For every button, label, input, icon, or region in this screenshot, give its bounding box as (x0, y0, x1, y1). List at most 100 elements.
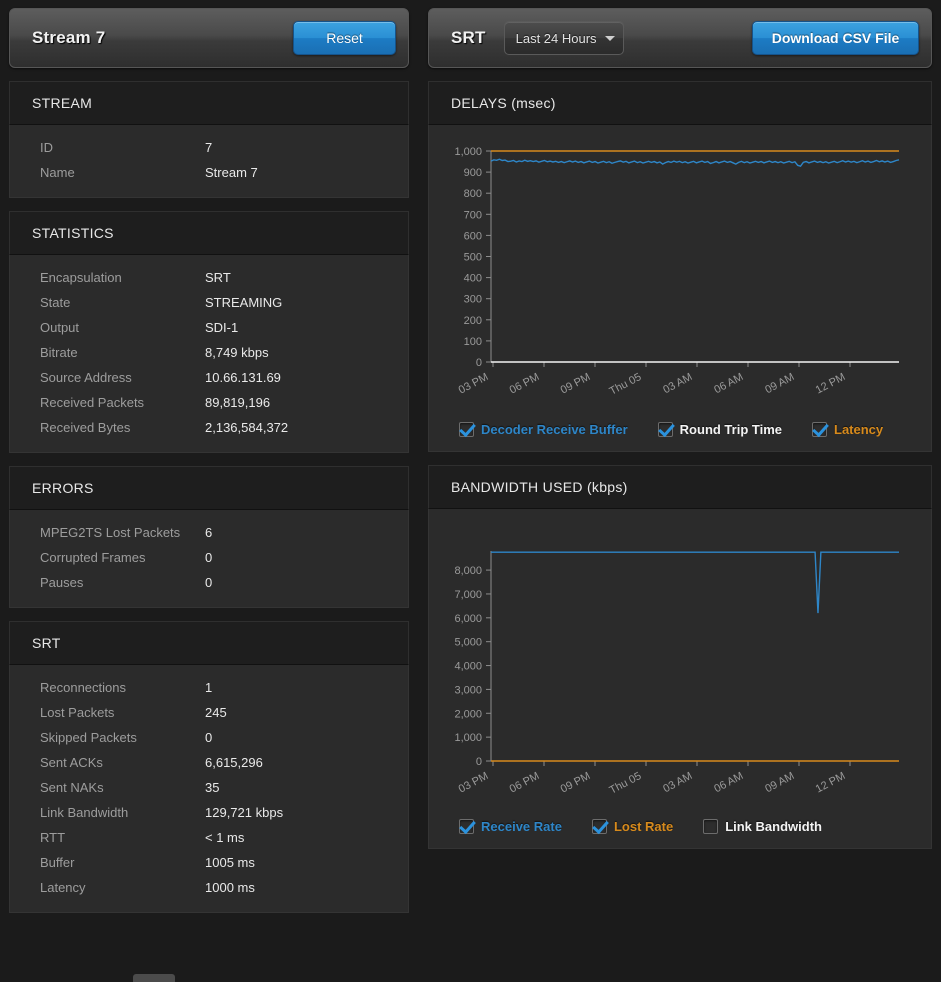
left-sections: STREAMID7NameStream 7 STATISTICS Encapsula… (9, 81, 409, 913)
svg-text:6,000: 6,000 (454, 613, 482, 625)
legend-item-link-bandwidth[interactable]: Link Bandwidth (703, 819, 822, 834)
row-label: Link Bandwidth (40, 805, 205, 820)
svg-text:06 PM: 06 PM (508, 770, 542, 796)
svg-text:06 AM: 06 AM (712, 770, 745, 795)
row-label: Output (40, 320, 205, 335)
data-row: MPEG2TS Lost Packets6 (10, 520, 408, 545)
row-value: 10.66.131.69 (205, 370, 281, 385)
delays-chart-body: 01002003004005006007008009001,00003 PM06… (428, 124, 932, 452)
row-label: Encapsulation (40, 270, 205, 285)
svg-text:03 AM: 03 AM (661, 371, 694, 396)
row-value: 0 (205, 575, 212, 590)
svg-text:09 PM: 09 PM (559, 371, 593, 397)
data-row: Lost Packets245 (10, 700, 408, 725)
reset-button[interactable]: Reset (293, 21, 396, 55)
row-label: ID (40, 140, 205, 155)
svg-text:09 PM: 09 PM (559, 770, 593, 796)
svg-text:12 PM: 12 PM (814, 371, 848, 397)
delays-panel-heading: DELAYS (msec) (428, 81, 932, 124)
svg-text:8,000: 8,000 (454, 565, 482, 577)
row-value: 0 (205, 730, 212, 745)
download-csv-button[interactable]: Download CSV File (752, 21, 919, 55)
row-label: Sent ACKs (40, 755, 205, 770)
legend-item-receive-rate[interactable]: Receive Rate (459, 819, 562, 834)
bandwidth-panel: BANDWIDTH USED (kbps) 01,0002,0003,0004,… (428, 465, 932, 849)
legend-item-latency[interactable]: Latency (812, 422, 883, 437)
delays-legend: Decoder Receive Buffer Round Trip Time Lat… (429, 420, 931, 451)
svg-text:700: 700 (464, 209, 482, 221)
data-row: Corrupted Frames0 (10, 545, 408, 570)
svg-text:12 PM: 12 PM (814, 770, 848, 796)
legend-label: Lost Rate (614, 819, 673, 834)
section-errors: ERRORSMPEG2TS Lost Packets6Corrupted Fra… (9, 466, 409, 608)
row-value: 129,721 kbps (205, 805, 283, 820)
data-row: Sent NAKs35 (10, 775, 408, 800)
section-heading: STREAM (9, 81, 409, 124)
srt-titlebar: SRT Last 24 Hours Download CSV File (428, 8, 932, 68)
section-body: Reconnections1Lost Packets245Skipped Pac… (9, 664, 409, 913)
delays-chart-svg: 01002003004005006007008009001,00003 PM06… (429, 125, 931, 420)
stream-details-page: Stream 7 Reset STREAMID7NameStream 7 STAT… (0, 0, 941, 982)
row-label: Buffer (40, 855, 205, 870)
checkbox-checked-icon[interactable] (459, 422, 474, 437)
row-value: Stream 7 (205, 165, 258, 180)
legend-label: Round Trip Time (680, 422, 782, 437)
bandwidth-panel-heading: BANDWIDTH USED (kbps) (428, 465, 932, 508)
section-body: MPEG2TS Lost Packets6Corrupted Frames0 Pa… (9, 509, 409, 608)
svg-text:1,000: 1,000 (454, 146, 482, 158)
checkbox-checked-icon[interactable] (812, 422, 827, 437)
stream-titlebar: Stream 7 Reset (9, 8, 409, 68)
legend-label: Receive Rate (481, 819, 562, 834)
row-value: 6,615,296 (205, 755, 263, 770)
data-row: Received Bytes2,136,584,372 (10, 415, 408, 440)
row-value: 1000 ms (205, 880, 255, 895)
svg-text:500: 500 (464, 252, 482, 264)
row-label: Pauses (40, 575, 205, 590)
row-label: Received Bytes (40, 420, 205, 435)
checkbox-checked-icon[interactable] (459, 819, 474, 834)
row-value: SDI-1 (205, 320, 238, 335)
data-row: EncapsulationSRT (10, 265, 408, 290)
section-stream: STREAMID7NameStream 7 (9, 81, 409, 198)
row-value: 0 (205, 550, 212, 565)
svg-text:03 PM: 03 PM (457, 770, 491, 796)
section-srt: SRTReconnections1Lost Packets245Skipped … (9, 621, 409, 913)
row-value: SRT (205, 270, 231, 285)
legend-label: Link Bandwidth (725, 819, 822, 834)
row-label: Sent NAKs (40, 780, 205, 795)
checkbox-checked-icon[interactable] (658, 422, 673, 437)
checkbox-icon[interactable] (703, 819, 718, 834)
row-value: 6 (205, 525, 212, 540)
legend-item-decoder-receive-buffer[interactable]: Decoder Receive Buffer (459, 422, 628, 437)
row-value: 1 (205, 680, 212, 695)
row-label: Reconnections (40, 680, 205, 695)
row-value: 245 (205, 705, 227, 720)
data-row: Sent ACKs6,615,296 (10, 750, 408, 775)
section-heading: SRT (9, 621, 409, 664)
data-row: Buffer1005 ms (10, 850, 408, 875)
bottom-partial-element (133, 974, 175, 982)
data-row: Source Address10.66.131.69 (10, 365, 408, 390)
row-label: Source Address (40, 370, 205, 385)
page-title: Stream 7 (32, 28, 105, 48)
svg-text:2,000: 2,000 (454, 708, 482, 720)
data-row: Latency1000 ms (10, 875, 408, 900)
section-body: ID7NameStream 7 (9, 124, 409, 198)
svg-text:0: 0 (476, 756, 482, 768)
delays-chart: 01002003004005006007008009001,00003 PM06… (429, 125, 931, 420)
legend-item-lost-rate[interactable]: Lost Rate (592, 819, 673, 834)
data-row: ID7 (10, 135, 408, 160)
delays-panel: DELAYS (msec) 01002003004005006007008009… (428, 81, 932, 452)
row-value: 89,819,196 (205, 395, 270, 410)
section-heading: STATISTICS (9, 211, 409, 254)
svg-text:1,000: 1,000 (454, 732, 482, 744)
data-row: Link Bandwidth129,721 kbps (10, 800, 408, 825)
row-value: 1005 ms (205, 855, 255, 870)
time-range-dropdown[interactable]: Last 24 Hours (504, 21, 624, 55)
row-label: Received Packets (40, 395, 205, 410)
time-range-value: Last 24 Hours (516, 31, 599, 46)
svg-text:Thu 05: Thu 05 (608, 371, 644, 398)
svg-text:06 PM: 06 PM (508, 371, 542, 397)
checkbox-checked-icon[interactable] (592, 819, 607, 834)
legend-item-round-trip-time[interactable]: Round Trip Time (658, 422, 782, 437)
